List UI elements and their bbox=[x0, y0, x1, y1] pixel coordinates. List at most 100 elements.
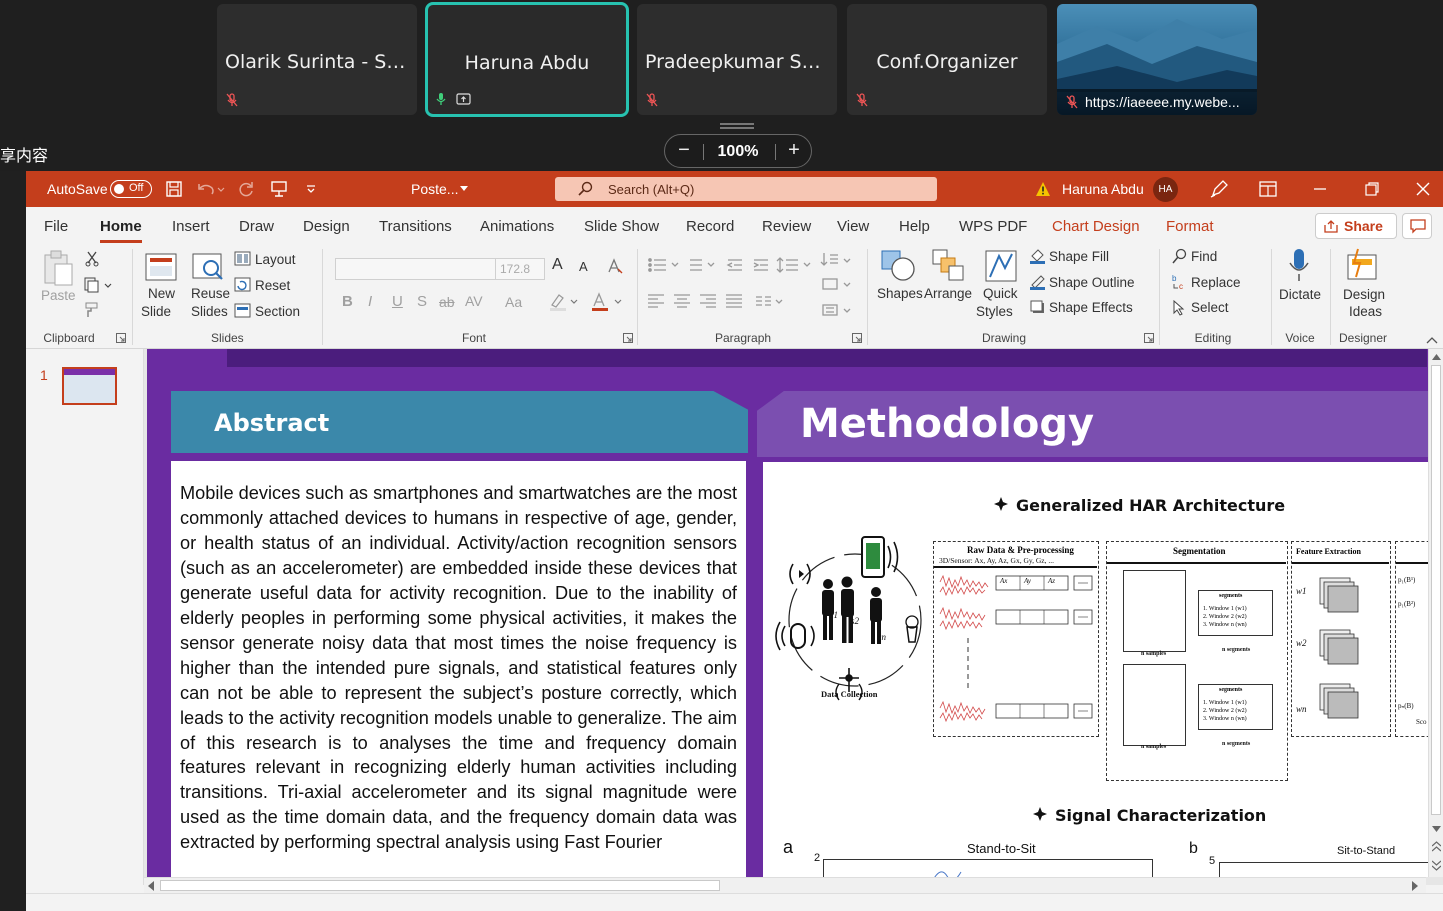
autosave-toggle[interactable]: Off bbox=[110, 180, 152, 198]
participant-tile[interactable]: Pradeepkumar Sury... bbox=[637, 4, 837, 115]
tab-animations[interactable]: Animations bbox=[480, 218, 554, 235]
tab-draw[interactable]: Draw bbox=[239, 218, 274, 235]
minimize-icon[interactable] bbox=[1313, 181, 1327, 197]
font-size-input[interactable]: 172.8 bbox=[495, 258, 545, 280]
select-cursor-icon[interactable] bbox=[1171, 299, 1188, 316]
zoom-out-button[interactable]: − bbox=[669, 139, 699, 162]
shrink-font-button[interactable]: A bbox=[579, 259, 588, 274]
tab-transitions[interactable]: Transitions bbox=[379, 218, 452, 235]
tab-file[interactable]: File bbox=[44, 218, 68, 235]
scroll-left-icon[interactable] bbox=[147, 881, 155, 891]
highlight-color-icon[interactable] bbox=[549, 292, 579, 312]
shape-outline-icon[interactable] bbox=[1029, 273, 1046, 290]
abstract-text-box[interactable]: Mobile devices such as smartphones and s… bbox=[171, 461, 746, 877]
shape-fill-icon[interactable] bbox=[1029, 247, 1046, 264]
tab-review[interactable]: Review bbox=[762, 218, 811, 235]
scroll-down-icon[interactable] bbox=[1432, 825, 1441, 833]
replace-label[interactable]: Replace bbox=[1191, 275, 1241, 290]
shape-effects-label[interactable]: Shape Effects bbox=[1049, 300, 1133, 315]
tab-design[interactable]: Design bbox=[303, 218, 350, 235]
dialog-launcher-icon[interactable] bbox=[1144, 333, 1154, 343]
clear-formatting-icon[interactable] bbox=[606, 257, 624, 275]
text-direction-controls[interactable] bbox=[820, 249, 852, 329]
comments-button[interactable] bbox=[1402, 213, 1432, 239]
search-box[interactable]: Search (Alt+Q) bbox=[555, 177, 937, 201]
vertical-scrollbar[interactable] bbox=[1428, 349, 1443, 877]
tab-wps-pdf[interactable]: WPS PDF bbox=[959, 218, 1027, 235]
file-name[interactable]: Poste... bbox=[411, 181, 458, 197]
tab-chart-design[interactable]: Chart Design bbox=[1052, 218, 1140, 235]
redo-icon[interactable] bbox=[237, 180, 255, 198]
grow-font-button[interactable]: A bbox=[552, 256, 563, 274]
design-ideas-icon[interactable] bbox=[1344, 247, 1380, 283]
alignment-controls[interactable] bbox=[646, 292, 786, 310]
poster-slide[interactable]: Abstract Mobile devices such as smartpho… bbox=[147, 349, 1428, 877]
find-icon[interactable] bbox=[1171, 248, 1188, 265]
reset-icon[interactable] bbox=[234, 277, 251, 292]
shapes-icon[interactable] bbox=[879, 248, 917, 282]
layout-icon[interactable] bbox=[234, 251, 251, 266]
tab-record[interactable]: Record bbox=[686, 218, 734, 235]
participant-tile[interactable]: Olarik Surinta - Ses... bbox=[217, 4, 417, 115]
collapse-ribbon-icon[interactable] bbox=[1426, 335, 1438, 345]
ribbon-display-icon[interactable] bbox=[1259, 181, 1277, 197]
present-from-start-icon[interactable] bbox=[270, 180, 288, 198]
shape-outline-label[interactable]: Shape Outline bbox=[1049, 275, 1135, 290]
shape-fill-label[interactable]: Shape Fill bbox=[1049, 249, 1109, 264]
replace-icon[interactable]: bc bbox=[1171, 273, 1188, 290]
tab-home[interactable]: Home bbox=[100, 218, 142, 243]
new-slide-icon[interactable] bbox=[144, 248, 180, 282]
quick-styles-icon[interactable] bbox=[983, 248, 1019, 284]
save-icon[interactable] bbox=[165, 180, 183, 198]
slide-thumbnail[interactable] bbox=[62, 367, 117, 405]
italic-button[interactable]: I bbox=[368, 293, 372, 310]
customize-toolbar-icon[interactable] bbox=[305, 183, 317, 195]
participant-tile-active[interactable]: Haruna Abdu bbox=[425, 2, 629, 117]
undo-icon[interactable] bbox=[196, 180, 226, 198]
participant-tile-video[interactable]: https://iaeeee.my.webe... bbox=[1057, 4, 1257, 115]
scroll-up-icon[interactable] bbox=[1432, 353, 1441, 361]
reuse-slides-icon[interactable] bbox=[191, 248, 227, 282]
warning-icon[interactable] bbox=[1035, 181, 1051, 197]
dialog-launcher-icon[interactable] bbox=[116, 333, 126, 343]
font-name-input[interactable] bbox=[335, 258, 520, 280]
slide-editor[interactable]: Abstract Mobile devices such as smartpho… bbox=[144, 349, 1443, 885]
next-slide-icon[interactable] bbox=[1432, 859, 1441, 871]
close-icon[interactable] bbox=[1415, 181, 1431, 197]
vertical-scroll-thumb[interactable] bbox=[1431, 365, 1441, 815]
scroll-right-icon[interactable] bbox=[1411, 881, 1419, 891]
select-label[interactable]: Select bbox=[1191, 300, 1229, 315]
underline-button[interactable]: U bbox=[392, 293, 403, 310]
copy-icon[interactable] bbox=[84, 277, 114, 293]
list-indent-controls[interactable] bbox=[646, 255, 846, 275]
avatar[interactable]: HA bbox=[1153, 177, 1178, 202]
tab-slide-show[interactable]: Slide Show bbox=[584, 218, 659, 235]
pen-icon[interactable] bbox=[1209, 179, 1229, 199]
previous-slide-icon[interactable] bbox=[1432, 841, 1441, 853]
paste-icon[interactable] bbox=[42, 249, 74, 287]
bold-button[interactable]: B bbox=[342, 293, 353, 310]
share-button[interactable]: Share bbox=[1315, 213, 1397, 239]
user-name[interactable]: Haruna Abdu bbox=[1062, 181, 1144, 197]
resize-grip-handle[interactable] bbox=[720, 123, 754, 129]
shape-effects-icon[interactable] bbox=[1029, 299, 1046, 316]
character-spacing-button[interactable]: AV bbox=[465, 293, 483, 309]
tab-view[interactable]: View bbox=[837, 218, 869, 235]
font-color-icon[interactable] bbox=[591, 292, 625, 312]
layout-label[interactable]: Layout bbox=[255, 252, 296, 267]
tab-format[interactable]: Format bbox=[1166, 218, 1214, 235]
participant-tile[interactable]: Conf.Organizer bbox=[847, 4, 1047, 115]
format-painter-icon[interactable] bbox=[84, 302, 100, 318]
section-label[interactable]: Section bbox=[255, 304, 300, 319]
horizontal-scrollbar[interactable] bbox=[144, 877, 1426, 893]
tab-insert[interactable]: Insert bbox=[172, 218, 210, 235]
text-shadow-button[interactable]: S bbox=[417, 293, 427, 310]
section-icon[interactable] bbox=[234, 303, 251, 318]
strikethrough-button[interactable]: ab bbox=[439, 294, 455, 310]
dialog-launcher-icon[interactable] bbox=[852, 333, 862, 343]
find-label[interactable]: Find bbox=[1191, 249, 1217, 264]
zoom-in-button[interactable]: + bbox=[779, 139, 809, 162]
reset-label[interactable]: Reset bbox=[255, 278, 290, 293]
dialog-launcher-icon[interactable] bbox=[623, 333, 633, 343]
arrange-icon[interactable] bbox=[931, 248, 965, 282]
